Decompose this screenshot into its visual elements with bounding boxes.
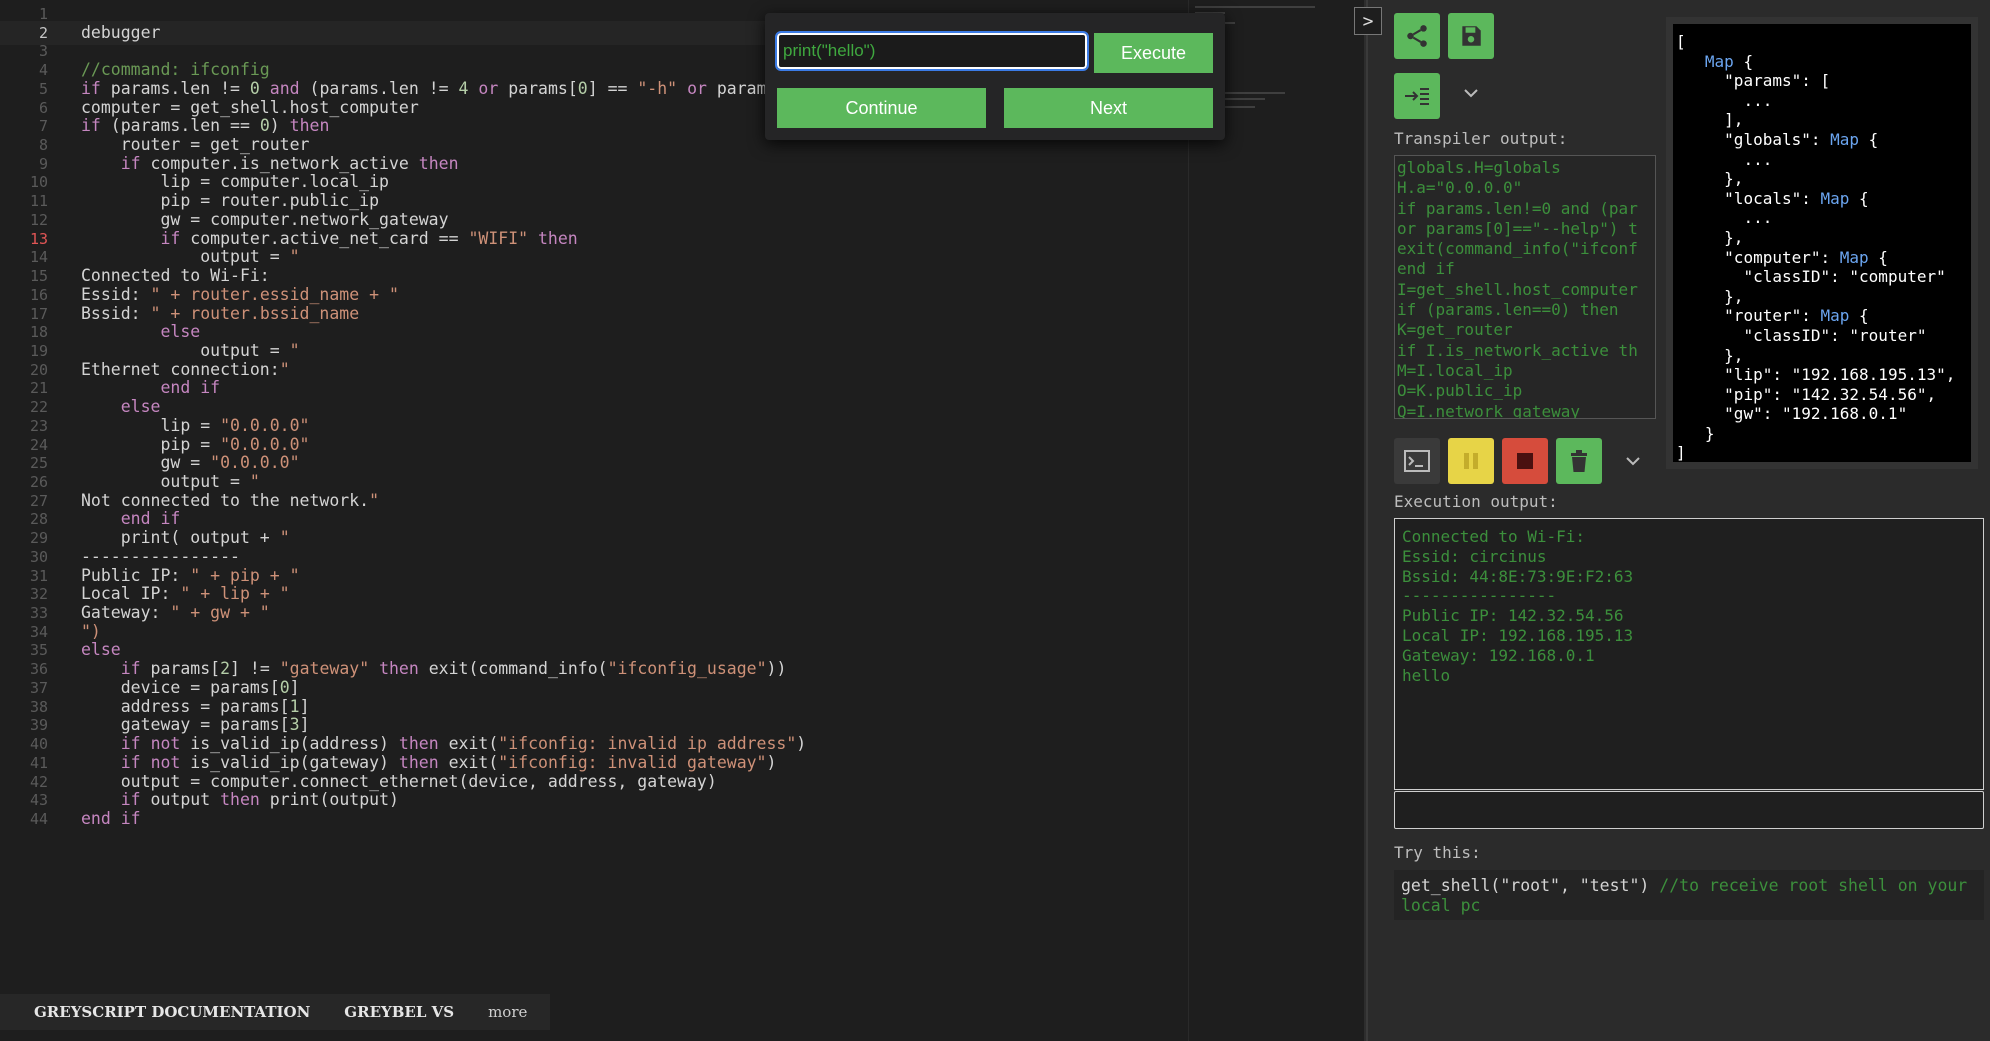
save-icon bbox=[1462, 26, 1481, 46]
transpiler-output[interactable]: globals.H=globals H.a="0.0.0.0" if param… bbox=[1394, 155, 1656, 419]
editor-minimap[interactable] bbox=[1188, 0, 1365, 1041]
more-link[interactable]: more bbox=[488, 1003, 527, 1021]
terminal-button[interactable] bbox=[1394, 438, 1440, 484]
code-editor[interactable]: 1 2 debugger 3 4//command: ifconfig 5 if param… bbox=[0, 0, 1190, 1041]
greyscript-documentation-link[interactable]: GREYSCRIPT DOCUMENTATION bbox=[34, 1003, 310, 1021]
terminal-input[interactable] bbox=[1394, 791, 1984, 829]
continue-button[interactable]: Continue bbox=[777, 88, 986, 128]
pause-icon bbox=[1464, 453, 1478, 469]
pause-button[interactable] bbox=[1448, 438, 1494, 484]
options-chevron-down-icon[interactable] bbox=[1462, 84, 1480, 106]
debug-expression-input[interactable] bbox=[775, 31, 1089, 71]
try-this-snippet[interactable]: get_shell("root", "test") //to receive r… bbox=[1394, 870, 1984, 920]
transpiler-output-label: Transpiler output: bbox=[1394, 129, 1568, 148]
debugger-popup: Execute Continue Next bbox=[765, 13, 1225, 140]
bottom-links-bar: GREYSCRIPT DOCUMENTATION GREYBEL VS more bbox=[0, 994, 550, 1030]
stop-button[interactable] bbox=[1502, 438, 1548, 484]
save-button[interactable] bbox=[1448, 13, 1494, 59]
panel-toggle-chevron-icon[interactable]: > bbox=[1354, 7, 1382, 35]
stop-icon bbox=[1517, 453, 1533, 469]
code-text: end if bbox=[81, 808, 141, 828]
run-options-chevron-down-icon[interactable] bbox=[1624, 452, 1642, 474]
execution-output[interactable]: Connected to Wi-Fi: Essid: circinus Bssi… bbox=[1394, 518, 1984, 790]
try-code: get_shell("root", "test") bbox=[1401, 876, 1650, 895]
share-button[interactable] bbox=[1394, 13, 1440, 59]
greybel-vs-link[interactable]: GREYBEL VS bbox=[344, 1003, 454, 1021]
variables-inspector[interactable]: [ Map { "params": [ ... ], "globals": Ma… bbox=[1666, 17, 1978, 469]
indent-button[interactable] bbox=[1394, 73, 1440, 119]
terminal-icon bbox=[1404, 450, 1430, 472]
try-this-label: Try this: bbox=[1394, 843, 1481, 862]
execution-output-label: Execution output: bbox=[1394, 492, 1558, 511]
trash-icon bbox=[1571, 450, 1587, 472]
line-number[interactable]: 44 bbox=[0, 807, 48, 831]
next-button[interactable]: Next bbox=[1004, 88, 1213, 128]
execute-button[interactable]: Execute bbox=[1094, 33, 1213, 73]
code-line[interactable]: 44 end if bbox=[0, 807, 1190, 831]
indent-icon bbox=[1405, 88, 1429, 105]
clear-button[interactable] bbox=[1556, 438, 1602, 484]
share-icon bbox=[1407, 25, 1427, 47]
